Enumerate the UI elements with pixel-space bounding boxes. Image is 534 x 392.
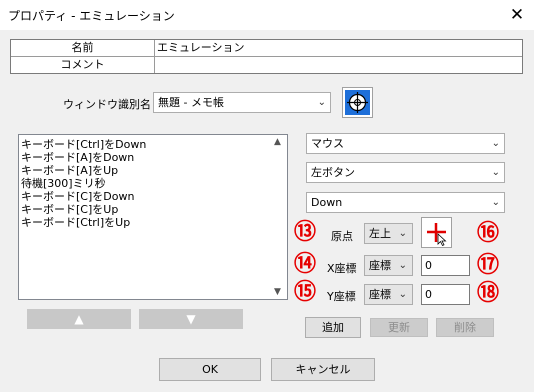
marker-14: ⑭ [294,252,317,277]
move-down-button[interactable]: ▼ [139,309,243,329]
list-item[interactable]: キーボード[A]をDown [21,151,134,164]
list-item[interactable]: キーボード[C]をUp [21,203,118,216]
x-mode-select[interactable]: 座標 ⌄ [364,255,413,276]
x-coordinate-input[interactable]: 0 [421,255,470,276]
scroll-up-icon[interactable]: ▲ [274,137,281,147]
list-item[interactable]: キーボード[C]をDown [21,190,134,203]
list-item[interactable]: キーボード[Ctrl]をDown [21,138,146,151]
mouse-button-value: 左ボタン [311,166,355,179]
chevron-down-icon: ⌄ [491,167,500,178]
origin-value: 左上 [369,227,391,240]
marker-17: ⑰ [477,253,500,278]
action-value: Down [311,196,343,209]
grid-label-name: 名前 [71,41,94,54]
update-button[interactable]: 更新 [370,318,428,337]
list-item[interactable]: 待機[300]ミリ秒 [21,177,106,190]
origin-select[interactable]: 左上 ⌄ [364,223,413,244]
grid-label-comment: コメント [60,58,105,71]
scroll-down-icon[interactable]: ▼ [274,287,281,297]
grid-value-name[interactable]: エミュレーション [157,40,517,57]
window-picker-button[interactable] [342,87,373,118]
move-up-button[interactable]: ▲ [27,309,131,329]
delete-button[interactable]: 削除 [436,318,494,337]
cancel-button[interactable]: キャンセル [271,358,375,381]
marker-15: ⑮ [294,280,317,305]
list-item[interactable]: キーボード[A]をUp [21,164,118,177]
y-mode-select[interactable]: 座標 ⌄ [364,284,413,305]
chevron-down-icon: ⌄ [491,197,500,208]
marker-16: ⑯ [477,221,500,246]
device-select[interactable]: マウス ⌄ [306,133,505,154]
window-id-label: ウィンドウ識別名 [63,98,151,111]
chevron-down-icon: ⌄ [317,97,326,108]
list-scrollbar[interactable]: ▲ ▼ [271,135,287,299]
list-item[interactable]: キーボード[Ctrl]をUp [21,216,130,229]
crosshair-target-icon [345,90,370,115]
window-title: プロパティ - エミュレーション [8,9,175,23]
origin-label: 原点 [331,230,353,243]
close-button[interactable]: ✕ [500,2,534,28]
x-mode-value: 座標 [369,259,391,272]
coordinate-picker-button[interactable] [421,217,452,248]
window-id-value: 無題 - メモ帳 [158,96,224,109]
y-coordinate-input[interactable]: 0 [421,284,470,305]
ok-button[interactable]: OK [159,358,261,381]
grid-value-comment[interactable] [157,57,517,74]
y-label: Y座標 [327,290,356,303]
chevron-down-icon: ⌄ [491,138,500,149]
mouse-button-select[interactable]: 左ボタン ⌄ [306,162,505,183]
property-grid: 名前 エミュレーション コメント [10,39,523,74]
crosshair-icon [427,223,447,247]
chevron-down-icon: ⌄ [398,228,407,239]
marker-18: ⑱ [477,281,500,306]
action-listbox[interactable]: キーボード[Ctrl]をDown キーボード[A]をDown キーボード[A]を… [18,134,288,300]
chevron-down-icon: ⌄ [398,260,407,271]
y-mode-value: 座標 [369,288,391,301]
add-button[interactable]: 追加 [305,317,361,338]
marker-13: ⑬ [294,220,317,245]
x-label: X座標 [327,262,357,275]
device-value: マウス [311,137,344,150]
action-select[interactable]: Down ⌄ [306,192,505,213]
chevron-down-icon: ⌄ [398,289,407,300]
window-id-select[interactable]: 無題 - メモ帳 ⌄ [153,92,331,113]
